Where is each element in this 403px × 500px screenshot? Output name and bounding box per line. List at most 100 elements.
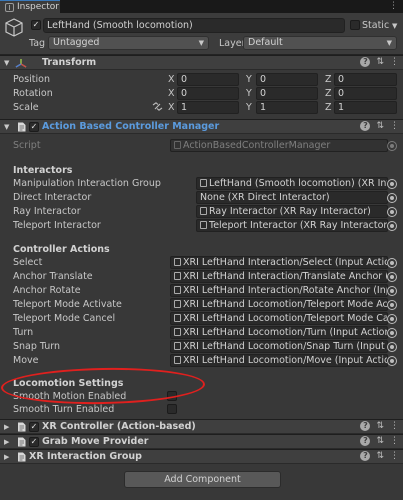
action-anchor-translate-field[interactable]: XRI LeftHand Interaction/Translate Ancho… [170, 270, 388, 283]
component-enabled-checkbox[interactable]: ✓ [29, 437, 39, 447]
more-icon[interactable]: ⋮ [390, 451, 399, 461]
action-snap-turn-field[interactable]: XRI LeftHand Locomotion/Snap Turn (Input… [170, 340, 388, 353]
fold-right-icon[interactable]: ▶ [4, 453, 9, 461]
layer-dropdown[interactable]: Default ▼ [243, 36, 397, 50]
smooth-turn-checkbox[interactable] [167, 404, 177, 414]
help-icon[interactable]: ? [360, 451, 371, 461]
presets-icon[interactable]: ⇅ [376, 421, 384, 431]
object-picker-icon[interactable] [387, 258, 397, 268]
gameobject-cube-icon [5, 18, 23, 37]
xr-interaction-group-header[interactable]: ▶ XR Interaction Group ? ⇅ ⋮ [0, 449, 403, 464]
scale-y-field[interactable]: 1 [256, 101, 318, 114]
gameobject-name-input[interactable]: LeftHand (Smooth locomotion) [43, 18, 345, 33]
action-value: XRI LeftHand Interaction/Rotate Anchor (… [183, 285, 387, 296]
interactors-section-title: Interactors [13, 165, 73, 176]
axis-y-label[interactable]: Y [246, 88, 252, 99]
rotation-z-field[interactable]: 0 [334, 87, 397, 100]
axis-y-label[interactable]: Y [246, 74, 252, 85]
manager-enabled-checkbox[interactable]: ✓ [29, 122, 39, 132]
position-z-field[interactable]: 0 [334, 73, 397, 86]
layer-label: Layer [219, 38, 246, 49]
axis-x-label[interactable]: X [168, 102, 175, 113]
action-turn-field[interactable]: XRI LeftHand Locomotion/Turn (Input Acti… [170, 326, 388, 339]
object-picker-icon[interactable] [387, 286, 397, 296]
object-picker-icon[interactable] [387, 193, 397, 203]
xr-controller-header[interactable]: ▶ ✓ XR Controller (Action-based) ? ⇅ ⋮ [0, 419, 403, 434]
action-teleport-activate-field[interactable]: XRI LeftHand Locomotion/Teleport Mode Ac… [170, 298, 388, 311]
controller-manager-title: Action Based Controller Manager [42, 121, 220, 132]
input-action-icon [174, 314, 181, 322]
object-picker-icon[interactable] [387, 179, 397, 189]
axis-x-label[interactable]: X [168, 74, 175, 85]
direct-interactor-field[interactable]: None (XR Direct Interactor) [196, 191, 388, 204]
input-action-icon [174, 300, 181, 308]
teleport-interactor-field[interactable]: Teleport Interactor (XR Ray Interactor) [196, 219, 388, 232]
object-picker-icon[interactable] [387, 272, 397, 282]
add-component-button[interactable]: Add Component [124, 471, 281, 488]
fold-down-icon[interactable]: ▼ [4, 123, 9, 131]
object-picker-icon[interactable] [387, 328, 397, 338]
controller-actions-section-title: Controller Actions [13, 244, 110, 255]
more-icon[interactable]: ⋮ [390, 121, 399, 131]
help-icon[interactable]: ? [360, 121, 371, 131]
ray-interactor-field[interactable]: Ray Interactor (XR Ray Interactor) [196, 205, 388, 218]
object-picker-icon [387, 141, 397, 151]
more-icon[interactable]: ⋮ [390, 421, 399, 431]
scale-x-field[interactable]: 1 [177, 101, 239, 114]
more-icon[interactable]: ⋮ [390, 436, 399, 446]
action-teleport-cancel-field[interactable]: XRI LeftHand Locomotion/Teleport Mode Ca… [170, 312, 388, 325]
component-enabled-checkbox[interactable]: ✓ [29, 422, 39, 432]
scale-z-field[interactable]: 1 [334, 101, 397, 114]
object-picker-icon[interactable] [387, 314, 397, 324]
position-y-field[interactable]: 0 [256, 73, 318, 86]
inspector-icon [5, 2, 14, 12]
rotation-x-field[interactable]: 0 [177, 87, 239, 100]
presets-icon[interactable]: ⇅ [376, 436, 384, 446]
action-anchor-rotate-field[interactable]: XRI LeftHand Interaction/Rotate Anchor (… [170, 284, 388, 297]
object-picker-icon[interactable] [387, 221, 397, 231]
tag-dropdown[interactable]: Untagged ▼ [48, 36, 209, 50]
object-picker-icon[interactable] [387, 356, 397, 366]
object-picker-icon[interactable] [387, 207, 397, 217]
action-value: XRI LeftHand Interaction/Select (Input A… [183, 257, 387, 268]
tab-inspector[interactable]: Inspector [0, 0, 60, 13]
action-label: Move [13, 355, 39, 366]
action-select-field[interactable]: XRI LeftHand Interaction/Select (Input A… [170, 256, 388, 269]
object-picker-icon[interactable] [387, 300, 397, 310]
static-dropdown-arrow-icon[interactable]: ▼ [392, 22, 397, 30]
more-icon[interactable]: ⋮ [390, 57, 399, 67]
help-icon[interactable]: ? [360, 57, 371, 67]
object-icon [200, 179, 207, 187]
manipulation-interaction-group-field[interactable]: LeftHand (Smooth locomotion) (XR Interac… [196, 177, 388, 190]
fold-down-icon[interactable]: ▼ [4, 59, 9, 67]
static-checkbox[interactable] [350, 20, 360, 30]
tag-value: Untagged [53, 37, 100, 48]
input-action-icon [174, 272, 181, 280]
grab-move-provider-header[interactable]: ▶ ✓ Grab Move Provider ? ⇅ ⋮ [0, 434, 403, 449]
action-move-field[interactable]: XRI LeftHand Locomotion/Move (Input Acti… [170, 354, 388, 367]
axis-x-label[interactable]: X [168, 88, 175, 99]
object-picker-icon[interactable] [387, 342, 397, 352]
presets-icon[interactable]: ⇅ [376, 57, 384, 67]
tab-menu-icon[interactable]: ⋮ [389, 1, 398, 11]
rotation-y-field[interactable]: 0 [256, 87, 318, 100]
position-x-field[interactable]: 0 [177, 73, 239, 86]
axis-z-label[interactable]: Z [325, 102, 332, 113]
axis-z-label[interactable]: Z [325, 88, 332, 99]
constrain-proportions-icon[interactable] [152, 102, 163, 111]
presets-icon[interactable]: ⇅ [376, 121, 384, 131]
gameobject-header: ✓ LeftHand (Smooth locomotion) Static ▼ … [0, 13, 403, 55]
transform-header[interactable]: ▼ Transform ? ⇅ ⋮ [0, 55, 403, 70]
help-icon[interactable]: ? [360, 421, 371, 431]
interactor-value: Ray Interactor (XR Ray Interactor) [209, 206, 371, 217]
fold-right-icon[interactable]: ▶ [4, 438, 9, 446]
controller-manager-header[interactable]: ▼ ✓ Action Based Controller Manager ? ⇅ … [0, 119, 403, 134]
fold-right-icon[interactable]: ▶ [4, 423, 9, 431]
presets-icon[interactable]: ⇅ [376, 451, 384, 461]
axis-y-label[interactable]: Y [246, 102, 252, 113]
action-value: XRI LeftHand Locomotion/Snap Turn (Input… [183, 341, 387, 352]
gameobject-active-checkbox[interactable]: ✓ [31, 20, 41, 30]
help-icon[interactable]: ? [360, 436, 371, 446]
interactor-value: LeftHand (Smooth locomotion) (XR Interac… [209, 178, 387, 189]
axis-z-label[interactable]: Z [325, 74, 332, 85]
